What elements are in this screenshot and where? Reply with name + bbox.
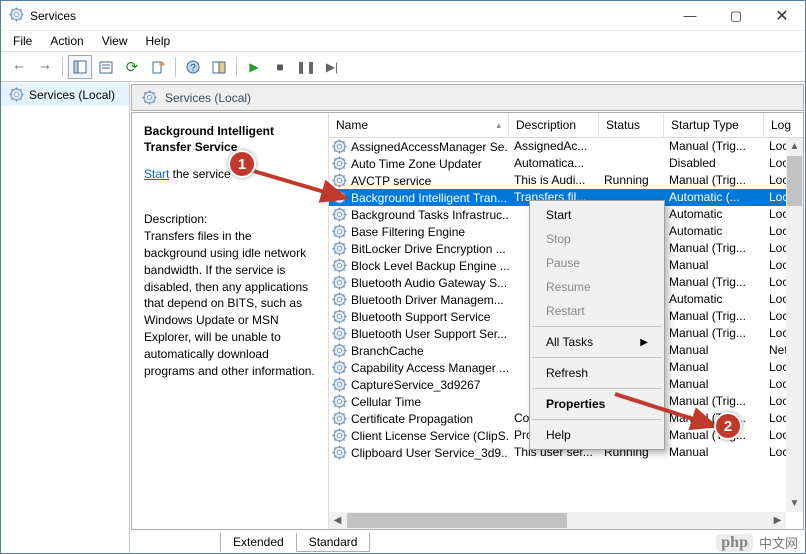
view-tabs: Extended Standard [130,531,805,553]
description-text: Transfers files in the background using … [144,228,316,379]
list-header: Name▴ Description Status Startup Type Lo… [329,113,803,138]
ctx-pause[interactable]: Pause [532,251,662,275]
col-description[interactable]: Description [509,113,599,137]
title-bar: Services — ▢ ✕ [1,1,805,31]
col-startup[interactable]: Startup Type [664,113,764,137]
annotation-badge-1: 1 [228,150,256,178]
description-block: Description: Transfers files in the back… [144,211,316,379]
pane-header: Services (Local) [131,84,804,111]
pause-service-button[interactable]: ❚❚ [294,55,318,79]
selected-service-name: Background Intelligent Transfer Service [144,123,316,155]
annotation-arrow-2 [605,388,725,438]
pane-header-title: Services (Local) [165,91,251,105]
annotation-badge-2: 2 [714,412,742,440]
ctx-restart[interactable]: Restart [532,299,662,323]
tree-item-services-local[interactable]: Services (Local) [1,83,129,106]
body: Services (Local) Services (Local) Backgr… [1,82,805,553]
menu-action[interactable]: Action [42,32,91,50]
menu-file[interactable]: File [5,32,40,50]
ctx-resume[interactable]: Resume [532,275,662,299]
services-window: Services — ▢ ✕ File Action View Help ⭠ ⭢… [0,0,806,554]
maximize-button[interactable]: ▢ [713,1,759,30]
show-hide-tree-button[interactable] [68,55,92,79]
svg-text:?: ? [190,63,196,74]
start-service-button[interactable]: ▶ [242,55,266,79]
minimize-button[interactable]: — [667,1,713,30]
start-service-link[interactable]: Start [144,167,169,181]
description-label: Description: [144,211,316,228]
ctx-refresh[interactable]: Refresh [532,361,662,385]
menu-help[interactable]: Help [138,32,179,50]
tree-item-label: Services (Local) [29,88,115,102]
tab-standard[interactable]: Standard [296,533,371,552]
export-button[interactable] [146,55,170,79]
col-status[interactable]: Status [599,113,664,137]
left-tree-pane: Services (Local) [1,83,130,553]
table-row[interactable]: AVCTP serviceThis is Audi...RunningManua… [329,172,803,189]
help-button[interactable]: ? [181,55,205,79]
col-name[interactable]: Name▴ [329,113,509,137]
menu-view[interactable]: View [94,32,136,50]
table-row[interactable]: AssignedAccessManager Se...AssignedAc...… [329,138,803,155]
app-icon [9,7,24,25]
chevron-right-icon: ▶ [640,337,648,348]
refresh-button[interactable]: ⟳ [120,55,144,79]
action-view-button[interactable] [207,55,231,79]
toolbar: ⭠ ⭢ ⟳ ? ▶ ■ ❚❚ ▶| [1,52,805,82]
vertical-scrollbar[interactable]: ▲▼ [786,138,803,512]
window-title: Services [30,9,667,23]
horizontal-scrollbar[interactable]: ◀▶ [329,512,786,529]
ctx-start[interactable]: Start [532,203,662,227]
col-logon[interactable]: Log [764,113,803,137]
stop-service-button[interactable]: ■ [268,55,292,79]
table-row[interactable]: Auto Time Zone UpdaterAutomatica...Disab… [329,155,803,172]
watermark-logo: php [716,534,753,552]
ctx-stop[interactable]: Stop [532,227,662,251]
menu-bar: File Action View Help [1,31,805,52]
forward-button[interactable]: ⭢ [33,55,57,79]
content-area: Background Intelligent Transfer Service … [131,112,804,530]
restart-service-button[interactable]: ▶| [320,55,344,79]
back-button[interactable]: ⭠ [7,55,31,79]
annotation-arrow-1 [240,158,360,208]
watermark: php 中文网 [716,533,798,552]
watermark-text: 中文网 [759,533,798,552]
properties-button[interactable] [94,55,118,79]
close-button[interactable]: ✕ [759,1,805,30]
ctx-all-tasks[interactable]: All Tasks▶ [532,330,662,354]
tab-extended[interactable]: Extended [220,533,297,552]
